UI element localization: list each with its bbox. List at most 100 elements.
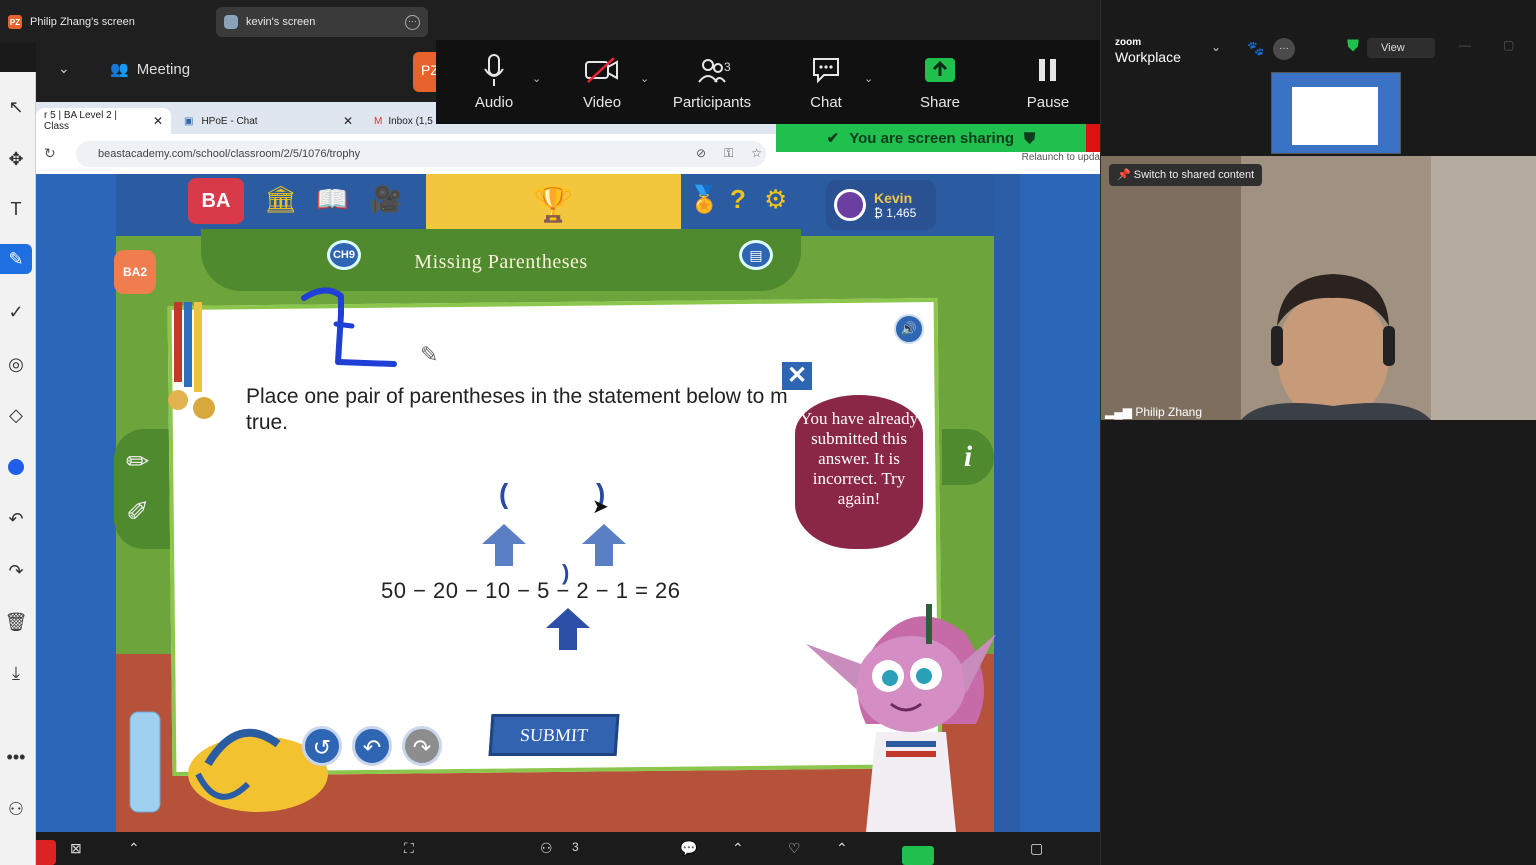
chevron-up-icon[interactable]: ⌃	[836, 840, 848, 857]
pause-button[interactable]: Pause	[998, 50, 1098, 120]
logo-big: Workplace	[1115, 49, 1181, 65]
minimize-icon[interactable]: —	[1459, 38, 1471, 52]
trophy-tab[interactable]: 🏆	[426, 174, 681, 236]
arrow-up-icon[interactable]	[546, 608, 590, 628]
paren-placed[interactable]: )	[562, 560, 569, 586]
redo-icon[interactable]: ↷	[0, 556, 32, 586]
move-icon[interactable]: ✥	[0, 144, 32, 174]
avatar	[834, 189, 866, 221]
title-banner: CH9 Missing Parentheses ▤	[201, 229, 801, 291]
redo-button[interactable]: ↷	[402, 726, 442, 766]
eraser-icon[interactable]: ◇	[0, 400, 32, 430]
switch-label: Switch to shared content	[1133, 169, 1255, 181]
chat-button[interactable]: Chat ⌄	[776, 50, 876, 120]
chevron-down-icon[interactable]: ⌄	[1211, 40, 1221, 54]
video-icon[interactable]: 🎥	[370, 184, 402, 215]
chevron-up-icon[interactable]: ⌃	[732, 840, 744, 857]
chevron-down-icon[interactable]: ⌄	[864, 72, 873, 85]
share-icon[interactable]	[902, 846, 934, 865]
arrow-stem	[595, 544, 613, 566]
close-tab-icon[interactable]: ✕	[343, 114, 353, 128]
stop-share-tab[interactable]	[1086, 124, 1100, 152]
more-options-icon[interactable]: ···	[405, 14, 420, 30]
chevron-up-icon[interactable]: ⌃	[128, 840, 140, 857]
more-options-icon[interactable]: ···	[1273, 38, 1295, 60]
trophy-icon: 🏆	[532, 186, 575, 224]
trash-icon[interactable]: 🗑	[0, 607, 32, 637]
screen-sharing-banner[interactable]: ✔ You are screen sharing ⛊	[776, 124, 1100, 152]
settings-icon[interactable]: ⚙	[764, 184, 787, 215]
window-icon[interactable]: ▢	[1030, 840, 1043, 857]
close-bubble-button[interactable]: ✕	[780, 360, 814, 392]
tab-label: Inbox (1,5	[388, 115, 433, 127]
participants-count: 3	[572, 840, 579, 854]
audio-button[interactable]: Audio ⌄	[444, 50, 544, 120]
close-tab-icon[interactable]: ✕	[153, 114, 163, 128]
pencil-icon[interactable]: ✏	[126, 445, 149, 478]
reset-button[interactable]: ↺	[302, 726, 342, 766]
end-icon[interactable]	[36, 840, 56, 865]
speaker-icon[interactable]: 🔊	[894, 314, 924, 344]
level-badge[interactable]: BA2	[114, 250, 156, 294]
eraser-pencil-icon[interactable]: ✐	[126, 495, 149, 528]
pen-icon[interactable]: ✎	[0, 244, 32, 274]
paren-open[interactable]: (	[499, 478, 508, 510]
arrow-stem	[559, 628, 577, 650]
video-button[interactable]: Video ⌄	[552, 50, 652, 120]
tab-philip-screen[interactable]: PZ Philip Zhang's screen	[0, 7, 205, 37]
participants-label: Participants	[672, 94, 752, 111]
reload-icon[interactable]: ↻	[44, 145, 56, 162]
focus-icon[interactable]: ⛶	[404, 840, 414, 857]
user-profile[interactable]: Kevin ₿ 1,465	[826, 180, 936, 230]
chat-icon[interactable]: 💬	[680, 840, 697, 857]
book-icon[interactable]: 📖	[316, 184, 348, 215]
arrow-up-icon[interactable]	[582, 524, 626, 544]
chevron-down-icon[interactable]: ⌄	[58, 60, 70, 77]
paw-icon[interactable]: 🐾	[1247, 40, 1264, 57]
reactions-icon[interactable]: ♡	[788, 840, 801, 857]
participants-icon[interactable]: ⚇	[540, 840, 553, 857]
switch-to-shared-content[interactable]: 📌 Switch to shared content	[1109, 164, 1263, 186]
guide-book-icon[interactable]: ▤	[739, 240, 773, 270]
share-button[interactable]: Share	[890, 50, 990, 120]
checkmark-icon[interactable]: ✓	[0, 297, 32, 327]
badge-icon[interactable]: 🏅	[688, 184, 720, 215]
shared-content-thumbnail[interactable]	[1271, 72, 1401, 154]
feedback-bubble: You have already submitted this answer. …	[792, 392, 926, 552]
tab-kevin-screen[interactable]: kevin's screen ···	[216, 7, 428, 37]
chevron-down-icon[interactable]: ⌄	[532, 72, 541, 85]
pointer-icon[interactable]: ↖	[0, 92, 32, 122]
color-icon[interactable]	[0, 452, 32, 482]
eye-off-icon[interactable]: ⊘	[696, 146, 706, 161]
download-icon[interactable]: ⤓	[0, 658, 32, 688]
browser-tab-classroom[interactable]: r 5 | BA Level 2 | Class ✕	[36, 108, 171, 134]
browser-tab-chat[interactable]: ▣ HPoE - Chat ✕	[176, 108, 361, 134]
key-icon[interactable]: ⚿	[724, 146, 733, 161]
undo-icon[interactable]: ↶	[0, 504, 32, 534]
url-field[interactable]: beastacademy.com/school/classroom/2/5/10…	[76, 141, 766, 167]
shield-check-icon: ⛊	[1347, 38, 1360, 55]
star-icon[interactable]: ☆	[751, 146, 762, 161]
participants-button[interactable]: 3 Participants	[662, 50, 762, 120]
relaunch-text[interactable]: Relaunch to upda	[1022, 152, 1100, 163]
pen-annotation	[301, 287, 397, 367]
more-icon[interactable]: •••	[0, 742, 32, 772]
undo-button[interactable]: ↶	[352, 726, 392, 766]
chevron-down-icon[interactable]: ⌄	[640, 72, 649, 85]
meeting-menu[interactable]: 👥 Meeting	[110, 60, 190, 79]
submit-button[interactable]: SUBMIT	[488, 714, 620, 756]
view-button[interactable]: View	[1367, 38, 1435, 58]
help-icon[interactable]: ?	[730, 184, 746, 215]
video-panel: zoom Workplace ⌄ 🐾 ··· ⛊ View — ▢ 📌 Swit…	[1100, 0, 1536, 865]
video-off-icon[interactable]: ⊠	[70, 840, 82, 857]
spotlight-icon[interactable]: ◎	[0, 349, 32, 379]
arrow-up-icon[interactable]	[482, 524, 526, 544]
webcam-feed	[1101, 156, 1536, 420]
home-icon[interactable]: 🏛	[264, 184, 297, 215]
zoom-logo: zoom Workplace	[1115, 36, 1181, 64]
signal-icon: ▂▄▆	[1105, 405, 1132, 419]
maximize-icon[interactable]: ▢	[1503, 38, 1514, 52]
text-icon[interactable]: T	[0, 194, 32, 224]
ba-logo[interactable]: BA	[188, 178, 244, 224]
person-icon[interactable]: ⚇	[0, 794, 32, 824]
